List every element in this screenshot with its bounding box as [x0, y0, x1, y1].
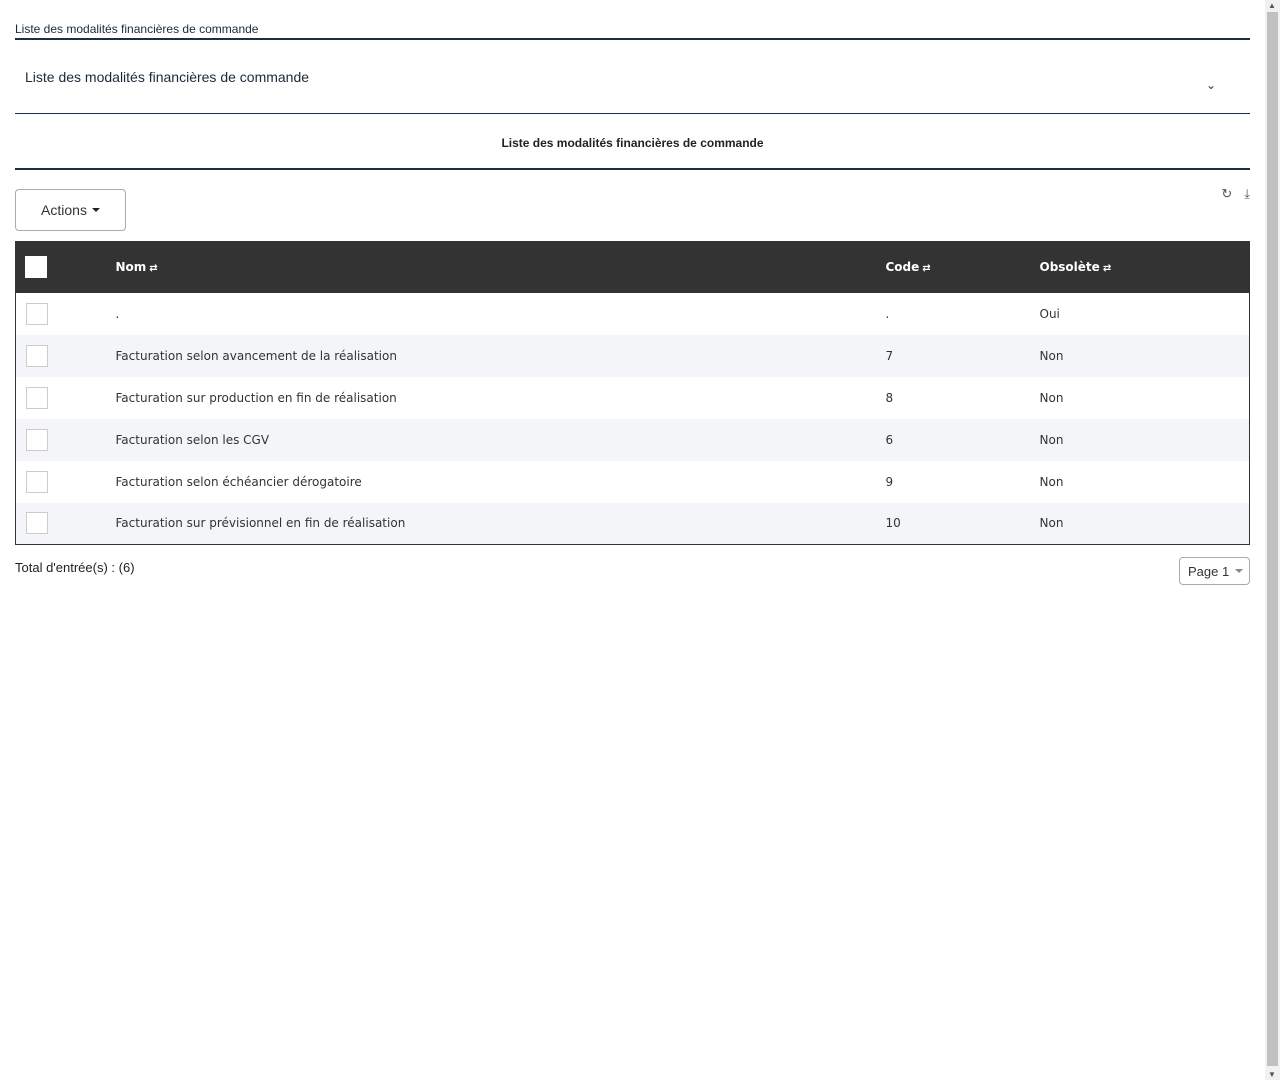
caret-down-icon: [1235, 569, 1243, 573]
header-label: Obsolète: [1040, 260, 1100, 274]
scrollbar-thumb[interactable]: [1267, 12, 1278, 1066]
cell-obsolete: Oui: [1040, 293, 1250, 335]
section-title: Liste des modalités financières de comma…: [15, 114, 1250, 170]
select-all-checkbox[interactable]: [25, 256, 47, 278]
column-header-nom[interactable]: Nom⇄: [116, 242, 886, 293]
page-select[interactable]: Page 1: [1179, 557, 1250, 585]
cell-code: 10: [886, 503, 1040, 545]
cell-obsolete: Non: [1040, 503, 1250, 545]
cell-code: 9: [886, 461, 1040, 503]
cell-obsolete: Non: [1040, 419, 1250, 461]
data-table: Nom⇄ Code⇄ Obsolète⇄ ..OuiFacturation se…: [15, 241, 1250, 545]
row-checkbox[interactable]: [26, 345, 48, 367]
row-checkbox[interactable]: [26, 471, 48, 493]
accordion-header[interactable]: Liste des modalités financières de comma…: [15, 40, 1250, 114]
total-entries: Total d'entrée(s) : (6): [15, 560, 135, 575]
table-row[interactable]: Facturation sur production en fin de réa…: [16, 377, 1250, 419]
cell-code: 7: [886, 335, 1040, 377]
row-checkbox[interactable]: [26, 303, 48, 325]
cell-code: .: [886, 293, 1040, 335]
cell-code: 6: [886, 419, 1040, 461]
cell-obsolete: Non: [1040, 377, 1250, 419]
cell-nom: Facturation selon les CGV: [116, 419, 886, 461]
column-header-obsolete[interactable]: Obsolète⇄: [1040, 242, 1250, 293]
sort-icon[interactable]: ⇄: [922, 263, 930, 274]
table-row[interactable]: Facturation selon échéancier dérogatoire…: [16, 461, 1250, 503]
page-label: Page 1: [1188, 564, 1229, 579]
cell-nom: Facturation selon échéancier dérogatoire: [116, 461, 886, 503]
cell-nom: .: [116, 293, 886, 335]
breadcrumb: Liste des modalités financières de comma…: [15, 22, 1250, 40]
cell-obsolete: Non: [1040, 461, 1250, 503]
row-checkbox[interactable]: [26, 387, 48, 409]
table-row[interactable]: Facturation sur prévisionnel en fin de r…: [16, 503, 1250, 545]
caret-down-icon: [92, 208, 100, 212]
header-label: Nom: [116, 260, 147, 274]
row-checkbox[interactable]: [26, 429, 48, 451]
table-row[interactable]: ..Oui: [16, 293, 1250, 335]
cell-obsolete: Non: [1040, 335, 1250, 377]
table-row[interactable]: Facturation selon les CGV6Non: [16, 419, 1250, 461]
scrollbar[interactable]: ▲▼: [1265, 0, 1280, 1080]
cell-code: 8: [886, 377, 1040, 419]
cell-nom: Facturation selon avancement de la réali…: [116, 335, 886, 377]
column-header-code[interactable]: Code⇄: [886, 242, 1040, 293]
table-header-row: Nom⇄ Code⇄ Obsolète⇄: [16, 242, 1250, 293]
refresh-icon[interactable]: ↻: [1221, 186, 1232, 202]
cell-nom: Facturation sur production en fin de réa…: [116, 377, 886, 419]
download-icon[interactable]: ⤓: [1244, 186, 1250, 202]
row-checkbox[interactable]: [26, 512, 48, 534]
actions-label: Actions: [41, 202, 87, 218]
sort-icon[interactable]: ⇄: [149, 263, 157, 274]
table-row[interactable]: Facturation selon avancement de la réali…: [16, 335, 1250, 377]
cell-nom: Facturation sur prévisionnel en fin de r…: [116, 503, 886, 545]
actions-button[interactable]: Actions: [15, 189, 126, 231]
accordion-title: Liste des modalités financières de comma…: [25, 69, 309, 85]
header-label: Code: [886, 260, 920, 274]
sort-icon[interactable]: ⇄: [1103, 263, 1111, 274]
chevron-down-icon[interactable]: ⌄: [1206, 78, 1216, 92]
